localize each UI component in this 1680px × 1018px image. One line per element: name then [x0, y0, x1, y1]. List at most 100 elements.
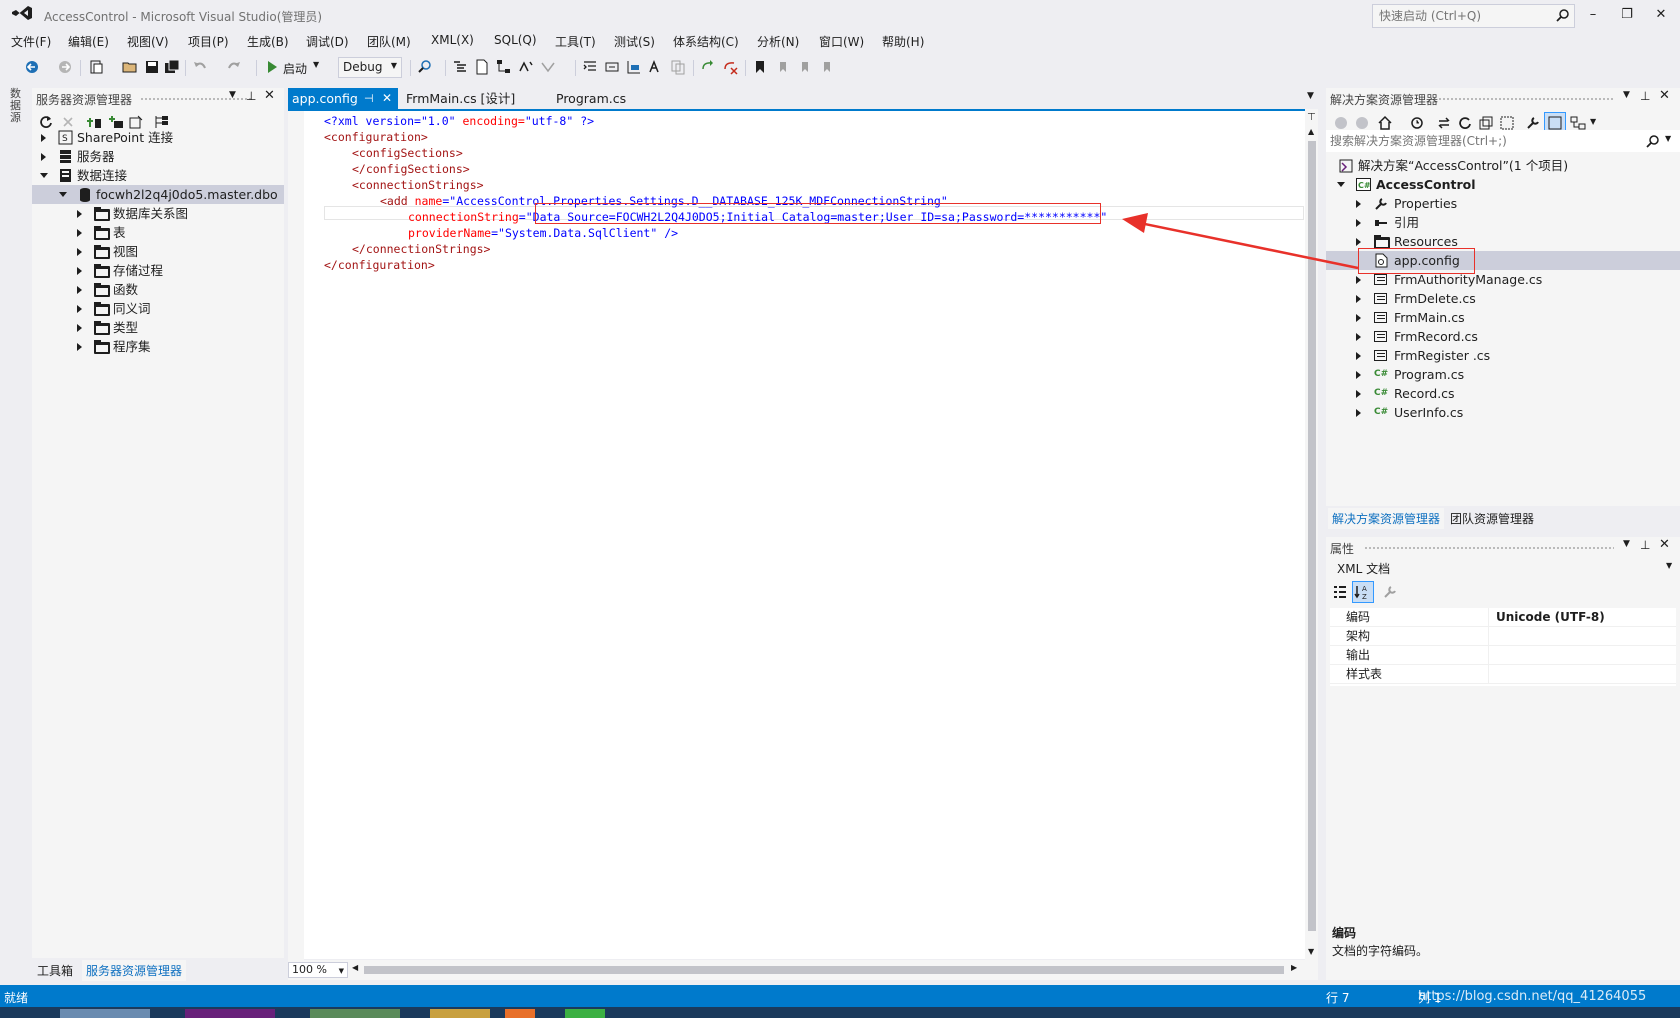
menu-view[interactable]: 视图(V): [127, 33, 169, 50]
expand-arrow-icon[interactable]: [41, 134, 46, 142]
zoom-dropdown[interactable]: 100 % ▼: [288, 962, 348, 978]
split-editor-icon[interactable]: ⊤: [1307, 112, 1316, 123]
expand-arrow-icon[interactable]: [1356, 295, 1361, 303]
taskbar-button[interactable]: [505, 1009, 535, 1018]
restore-button[interactable]: ❐: [1611, 4, 1643, 26]
tree-item-functions[interactable]: 函数: [32, 280, 284, 299]
xml-debug-icon[interactable]: [540, 59, 556, 75]
pin-icon[interactable]: ⊥: [246, 89, 256, 103]
sol-item-program[interactable]: C# Program.cs: [1326, 365, 1680, 384]
undo-icon[interactable]: [192, 59, 208, 75]
comment-icon[interactable]: [604, 59, 620, 75]
expand-arrow-icon[interactable]: [77, 305, 82, 313]
sync-icon[interactable]: [1436, 115, 1452, 131]
drag-grip[interactable]: [1438, 97, 1614, 102]
pin-icon[interactable]: ⊥: [1640, 89, 1650, 103]
expand-arrow-icon[interactable]: [1356, 352, 1361, 360]
expand-arrow-icon[interactable]: [41, 153, 46, 161]
show-all-files-icon[interactable]: [1499, 115, 1515, 131]
taskbar-button[interactable]: [430, 1009, 490, 1018]
sol-item-references[interactable]: 引用: [1326, 213, 1680, 232]
solution-search-box[interactable]: ▼: [1326, 130, 1680, 152]
tree-item-stored-procedures[interactable]: 存储过程: [32, 261, 284, 280]
taskbar-button[interactable]: [60, 1009, 150, 1018]
expand-arrow-icon[interactable]: [1356, 314, 1361, 322]
tree-item-db-connection-selected[interactable]: focwh2l2q4j0do5.master.dbo: [32, 185, 284, 204]
panel-menu-chevron-icon[interactable]: ▼: [1623, 90, 1630, 100]
schema-icon[interactable]: [496, 59, 512, 75]
new-project-icon[interactable]: [88, 59, 104, 75]
categorized-icon[interactable]: [1332, 584, 1348, 600]
tree-item-data-connections[interactable]: 数据连接: [32, 166, 284, 185]
open-file-icon[interactable]: [122, 59, 138, 75]
horizontal-scroll-thumb[interactable]: [364, 966, 1284, 974]
scroll-up-arrow-icon[interactable]: ▲: [1308, 127, 1314, 136]
close-panel-icon[interactable]: ✕: [264, 88, 275, 103]
tree-item-servers[interactable]: 服务器: [32, 147, 284, 166]
expand-arrow-icon[interactable]: [77, 286, 82, 294]
step-in-icon[interactable]: [700, 59, 716, 75]
class-diagram-icon[interactable]: [1570, 115, 1586, 131]
menu-test[interactable]: 测试(S): [614, 33, 655, 50]
expand-arrow-icon[interactable]: [77, 248, 82, 256]
tree-item-sharepoint[interactable]: S SharePoint 连接: [32, 128, 284, 147]
solution-node[interactable]: 解决方案“AccessControl”(1 个项目): [1326, 156, 1680, 175]
pin-tab-icon[interactable]: ⊣: [364, 88, 374, 109]
refresh-icon[interactable]: [1457, 115, 1473, 131]
bookmark-icon[interactable]: [752, 59, 768, 75]
start-play-icon[interactable]: [264, 59, 280, 75]
taskbar-button[interactable]: [185, 1009, 275, 1018]
close-panel-icon[interactable]: ✕: [1659, 537, 1670, 552]
search-icon[interactable]: [1646, 134, 1660, 148]
property-row-schema[interactable]: 架构: [1330, 627, 1676, 646]
project-node[interactable]: C# AccessControl: [1326, 175, 1680, 194]
expand-arrow-icon[interactable]: [77, 267, 82, 275]
tree-item-synonyms[interactable]: 同义词: [32, 299, 284, 318]
expand-arrow-icon[interactable]: [1356, 276, 1361, 284]
pin-icon[interactable]: ⊥: [1640, 538, 1650, 552]
menu-build[interactable]: 生成(B): [247, 33, 289, 50]
taskbar-button[interactable]: [565, 1009, 605, 1018]
sol-item-frmregister[interactable]: FrmRegister .cs: [1326, 346, 1680, 365]
save-icon[interactable]: [144, 59, 160, 75]
drag-grip[interactable]: [1364, 546, 1614, 551]
home-icon[interactable]: [1377, 115, 1393, 131]
minimize-button[interactable]: –: [1577, 4, 1609, 26]
clear-bookmarks-icon[interactable]: [818, 59, 834, 75]
sol-item-userinfo[interactable]: C# UserInfo.cs: [1326, 403, 1680, 422]
collapse-arrow-icon[interactable]: [1337, 182, 1345, 187]
expand-arrow-icon[interactable]: [77, 324, 82, 332]
object-selector-dropdown[interactable]: XML 文档 ▼: [1326, 556, 1680, 578]
expand-arrow-icon[interactable]: [77, 343, 82, 351]
start-dropdown-icon[interactable]: ▼: [313, 60, 319, 69]
search-icon[interactable]: [1556, 8, 1570, 22]
collapse-all-icon[interactable]: [1478, 115, 1494, 131]
copy-icon[interactable]: [670, 59, 686, 75]
format-icon[interactable]: [626, 59, 642, 75]
sol-item-properties[interactable]: Properties: [1326, 194, 1680, 213]
toolbox-tab[interactable]: 工具箱: [37, 962, 73, 979]
stop-icon[interactable]: [61, 115, 75, 129]
expand-arrow-icon[interactable]: [1356, 333, 1361, 341]
outline-icon[interactable]: [452, 59, 468, 75]
forward-icon[interactable]: [1355, 116, 1369, 130]
pending-changes-icon[interactable]: [1409, 115, 1425, 131]
tree-item-db-diagrams[interactable]: 数据库关系图: [32, 204, 284, 223]
expand-arrow-icon[interactable]: [1356, 219, 1361, 227]
menu-file[interactable]: 文件(F): [11, 33, 51, 50]
back-arrow-icon[interactable]: [24, 59, 40, 75]
expand-arrow-icon[interactable]: [77, 210, 82, 218]
tab-program-cs[interactable]: Program.cs: [552, 88, 642, 109]
property-row-encoding[interactable]: 编码 Unicode (UTF-8): [1330, 608, 1676, 627]
menu-window[interactable]: 窗口(W): [819, 33, 864, 50]
expand-arrow-icon[interactable]: [77, 229, 82, 237]
save-all-icon[interactable]: [164, 59, 180, 75]
close-window-button[interactable]: ✕: [1645, 4, 1677, 26]
tree-item-types[interactable]: 类型: [32, 318, 284, 337]
menu-tools[interactable]: 工具(T): [555, 33, 596, 50]
expand-arrow-icon[interactable]: [1356, 200, 1361, 208]
next-bookmark-icon[interactable]: [796, 59, 812, 75]
menu-xml[interactable]: XML(X): [431, 33, 474, 47]
panel-menu-chevron-icon[interactable]: ▼: [229, 90, 236, 100]
collapse-arrow-icon[interactable]: [40, 173, 48, 178]
